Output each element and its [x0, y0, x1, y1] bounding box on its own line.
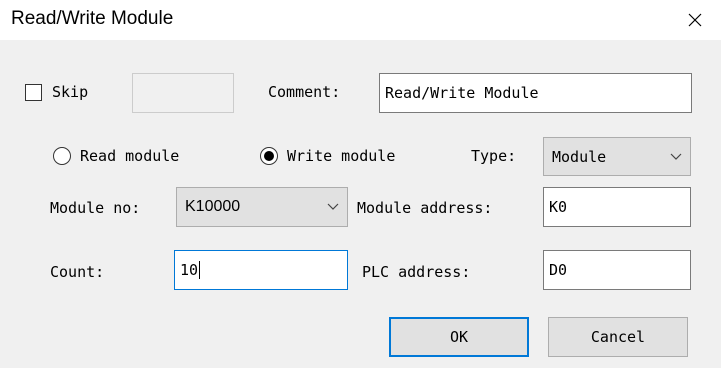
read-module-radio[interactable] [53, 147, 71, 165]
module-address-field[interactable]: K0 [543, 187, 691, 227]
skip-label: Skip [52, 83, 89, 101]
comment-label: Comment: [268, 83, 341, 101]
close-button[interactable] [672, 2, 718, 38]
count-value: 10 [180, 261, 199, 279]
type-select[interactable]: Module [543, 137, 691, 176]
radio-selected-dot [264, 151, 274, 161]
count-field[interactable]: 10 [174, 250, 348, 290]
comment-field[interactable]: Read/Write Module [379, 73, 692, 113]
skip-field [132, 73, 234, 113]
chevron-down-icon [327, 203, 339, 210]
text-caret [199, 261, 201, 279]
title-bar: Read/Write Module [0, 0, 721, 40]
close-icon [688, 13, 702, 27]
read-module-label: Read module [80, 147, 180, 165]
dialog-body: Skip Comment: Read/Write Module Read mod… [0, 40, 721, 368]
write-module-radio[interactable] [260, 147, 278, 165]
type-select-value: Module [552, 147, 607, 166]
ok-button[interactable]: OK [389, 317, 529, 357]
window-title: Read/Write Module [11, 8, 174, 29]
module-address-label: Module address: [357, 199, 493, 217]
module-no-value: K10000 [185, 198, 241, 215]
skip-checkbox[interactable] [25, 84, 42, 101]
plc-address-label: PLC address: [362, 263, 471, 281]
write-module-label: Write module [287, 147, 396, 165]
type-label: Type: [471, 147, 517, 165]
count-label: Count: [50, 263, 105, 281]
cancel-button[interactable]: Cancel [548, 317, 688, 357]
plc-address-field[interactable]: D0 [543, 250, 691, 290]
chevron-down-icon [670, 153, 682, 160]
module-no-label: Module no: [50, 199, 141, 217]
module-no-select[interactable]: K10000 [176, 187, 348, 227]
